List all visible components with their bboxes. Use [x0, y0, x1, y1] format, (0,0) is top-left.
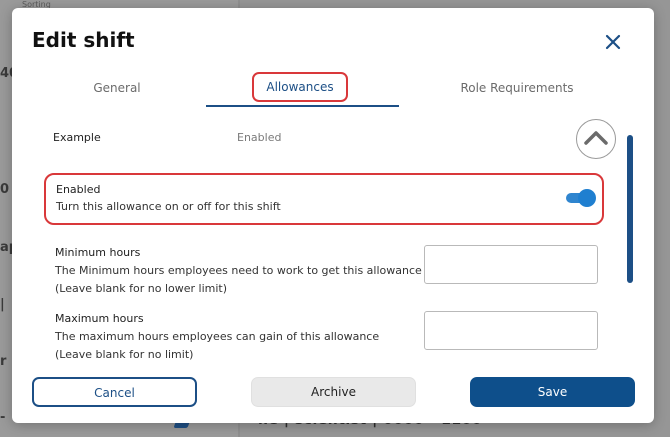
- edit-shift-modal: Edit shift General Allowances Role Requi…: [12, 8, 654, 423]
- save-button[interactable]: Save: [470, 377, 635, 407]
- allowance-form: Example Enabled Enabled Turn this allowa…: [12, 116, 654, 366]
- maximum-hours-description: The maximum hours employees can gain of …: [55, 330, 380, 343]
- chevron-up-icon: [583, 130, 608, 145]
- enabled-field: Enabled Turn this allowance on or off fo…: [44, 173, 604, 225]
- example-label: Example: [53, 131, 101, 144]
- background-fragment: 0: [0, 182, 10, 197]
- minimum-hours-hint: (Leave blank for no lower limit): [55, 282, 228, 295]
- tab-bar: General Allowances Role Requirements: [12, 72, 654, 107]
- background-fragment: -: [0, 410, 6, 425]
- minimum-hours-text: Minimum hours The Minimum hours employee…: [55, 244, 425, 298]
- minimum-hours-description: The Minimum hours employees need to work…: [55, 264, 422, 277]
- scrollbar[interactable]: [627, 135, 633, 283]
- modal-title: Edit shift: [32, 28, 135, 52]
- maximum-hours-title: Maximum hours: [55, 312, 144, 325]
- background-fragment: |: [0, 297, 5, 312]
- minimum-hours-title: Minimum hours: [55, 246, 141, 259]
- maximum-hours-hint: (Leave blank for no limit): [55, 348, 194, 361]
- tab-allowances[interactable]: Allowances: [252, 72, 348, 102]
- cancel-button[interactable]: Cancel: [32, 377, 197, 407]
- collapse-button[interactable]: [576, 119, 616, 159]
- enabled-toggle[interactable]: [566, 188, 596, 208]
- enabled-title: Enabled: [56, 183, 101, 196]
- toggle-knob: [578, 189, 596, 207]
- enabled-text: Enabled Turn this allowance on or off fo…: [56, 181, 281, 216]
- maximum-hours-input[interactable]: [424, 311, 598, 350]
- close-icon: [605, 34, 621, 50]
- minimum-hours-input[interactable]: [424, 245, 598, 284]
- enabled-description: Turn this allowance on or off for this s…: [56, 200, 281, 213]
- tab-role-requirements[interactable]: Role Requirements: [442, 74, 592, 104]
- close-button[interactable]: [604, 33, 622, 51]
- example-value: Enabled: [237, 131, 282, 144]
- tab-general[interactable]: General: [52, 74, 182, 104]
- active-tab-indicator: [206, 105, 399, 107]
- archive-button[interactable]: Archive: [251, 377, 416, 407]
- maximum-hours-text: Maximum hours The maximum hours employee…: [55, 310, 425, 364]
